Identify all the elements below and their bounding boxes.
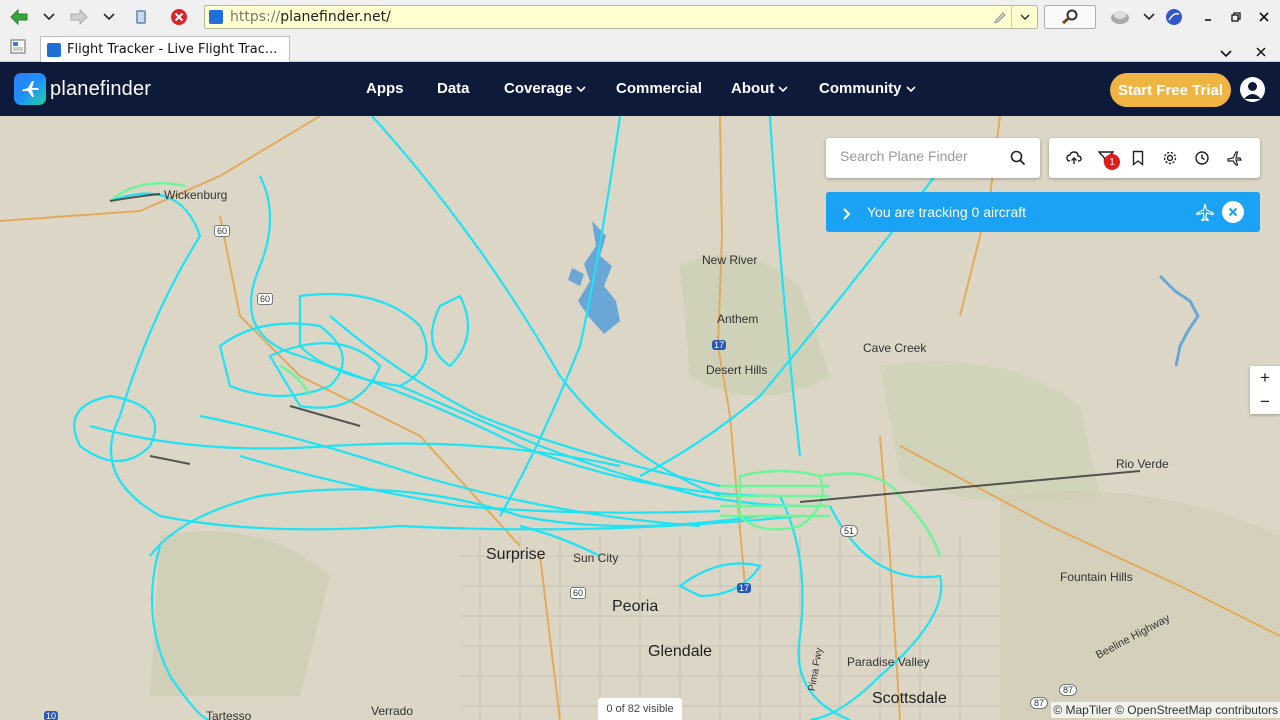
nav-community-label: Community	[819, 80, 902, 97]
visible-aircraft-count: 0 of 82 visible	[598, 698, 682, 720]
highway-shield: 87	[1059, 684, 1078, 696]
plane-outline-icon	[1195, 202, 1215, 226]
nav-about[interactable]: About	[731, 80, 788, 97]
close-window-icon[interactable]	[1256, 6, 1272, 28]
map-attribution[interactable]: © MapTiler © OpenStreetMap contributors	[1051, 702, 1280, 718]
place-label: Paradise Valley	[847, 655, 930, 669]
place-label: Surprise	[486, 546, 546, 563]
nav-community[interactable]: Community	[819, 80, 916, 97]
place-label: Anthem	[717, 312, 759, 326]
close-icon	[1228, 207, 1238, 217]
place-label: Fountain Hills	[1060, 570, 1133, 584]
search-input[interactable]	[840, 148, 1010, 164]
browser-toolbar: https://planefinder.net/	[0, 0, 1280, 34]
stop-icon[interactable]	[168, 6, 190, 28]
restore-icon[interactable]	[1228, 6, 1244, 28]
place-label: Peoria	[612, 598, 659, 615]
chevron-down-icon	[905, 85, 916, 92]
user-account-icon[interactable]	[1240, 77, 1265, 102]
place-label: Glendale	[648, 643, 713, 660]
minimize-icon[interactable]	[1200, 6, 1216, 28]
zoom-out-button[interactable]: −	[1250, 390, 1280, 414]
search-icon[interactable]	[1010, 150, 1026, 170]
tracking-text: You are tracking 0 aircraft	[867, 204, 1027, 220]
interstate-shield: 17	[712, 340, 727, 350]
back-history-chevron-icon[interactable]	[40, 6, 58, 28]
chevron-down-icon	[778, 85, 788, 92]
tab-favicon-icon	[47, 42, 61, 57]
url-host: planefinder.net/	[280, 9, 391, 25]
place-label: Desert Hills	[706, 363, 768, 377]
chevron-down-icon	[576, 85, 586, 92]
bookmark-icon[interactable]	[1130, 150, 1146, 166]
flight-map[interactable]: Wickenburg New River Anthem Cave Creek D…	[0, 116, 1280, 720]
zoom-controls: + −	[1250, 366, 1280, 414]
highway-shield: 51	[840, 525, 859, 537]
place-label: Cave Creek	[863, 341, 927, 355]
place-label: New River	[702, 253, 758, 267]
address-bar[interactable]: https://planefinder.net/	[204, 5, 1038, 29]
map-tools-panel	[1049, 138, 1260, 178]
nav-commercial-label: Commercial	[616, 80, 702, 97]
highway-shield: 60	[570, 587, 587, 599]
place-label: Scottsdale	[872, 690, 947, 707]
browser-search-button[interactable]	[1044, 5, 1096, 29]
highway-shield: 87	[1030, 697, 1049, 709]
url-dropdown-button[interactable]	[1011, 6, 1037, 28]
place-label: Tartesso	[206, 709, 252, 720]
nav-data[interactable]: Data	[437, 80, 470, 97]
gear-icon[interactable]	[1162, 150, 1178, 166]
reload-icon[interactable]	[130, 6, 152, 28]
nav-data-label: Data	[437, 80, 470, 97]
url-scheme: https://	[230, 9, 281, 25]
tracking-bar[interactable]: You are tracking 0 aircraft	[826, 192, 1260, 232]
globe-icon[interactable]	[1164, 6, 1184, 28]
forward-history-chevron-icon[interactable]	[100, 6, 118, 28]
magnifier-icon	[1062, 9, 1078, 25]
interstate-shield: 17	[737, 583, 752, 593]
start-free-trial-button[interactable]: Start Free Trial	[1110, 73, 1231, 107]
nav-about-label: About	[731, 80, 775, 97]
tab-bar: Flight Tracker - Live Flight Trac...	[0, 34, 1280, 62]
place-label: Sun City	[573, 551, 619, 565]
interstate-shield: 10	[44, 711, 59, 720]
site-navbar: planefinder Apps Data Coverage Commercia…	[0, 62, 1280, 116]
filter-count-badge: 1	[1104, 154, 1120, 170]
close-tracking-button[interactable]	[1222, 201, 1244, 223]
highway-shield: 60	[257, 293, 274, 305]
logo-text: planefinder	[50, 77, 152, 100]
close-tab-icon[interactable]	[1256, 42, 1266, 61]
url-text: https://planefinder.net/	[230, 9, 391, 25]
planefinder-logo[interactable]: planefinder	[14, 73, 151, 105]
plane-arrival-icon[interactable]	[1226, 150, 1242, 166]
zoom-in-button[interactable]: +	[1250, 366, 1280, 390]
back-arrow-icon[interactable]	[8, 6, 30, 28]
user-agent-chevron-icon[interactable]	[1140, 6, 1158, 28]
search-panel	[826, 138, 1040, 178]
cloud-upload-icon[interactable]	[1066, 150, 1082, 166]
plane-logo-icon	[14, 73, 46, 105]
edit-pencil-icon[interactable]	[993, 10, 1007, 29]
tab-overflow-chevron-icon[interactable]	[1220, 43, 1232, 62]
forward-arrow-icon[interactable]	[68, 6, 90, 28]
history-icon[interactable]	[1194, 150, 1210, 166]
place-label: Wickenburg	[164, 188, 228, 202]
user-agent-icon[interactable]	[1108, 6, 1132, 28]
tab-list-icon[interactable]	[10, 39, 28, 59]
nav-commercial[interactable]: Commercial	[616, 80, 702, 97]
place-label: Verrado	[371, 704, 414, 718]
nav-coverage[interactable]: Coverage	[504, 80, 586, 97]
place-label: Rio Verde	[1116, 457, 1169, 471]
tab-title: Flight Tracker - Live Flight Trac...	[67, 42, 278, 57]
nav-apps[interactable]: Apps	[366, 80, 404, 97]
highway-shield: 60	[214, 225, 231, 237]
expand-chevron-icon[interactable]	[842, 205, 852, 224]
site-favicon-icon	[209, 10, 223, 24]
nav-coverage-label: Coverage	[504, 80, 573, 97]
nav-apps-label: Apps	[366, 80, 404, 97]
tab-flight-tracker[interactable]: Flight Tracker - Live Flight Trac...	[40, 36, 290, 62]
